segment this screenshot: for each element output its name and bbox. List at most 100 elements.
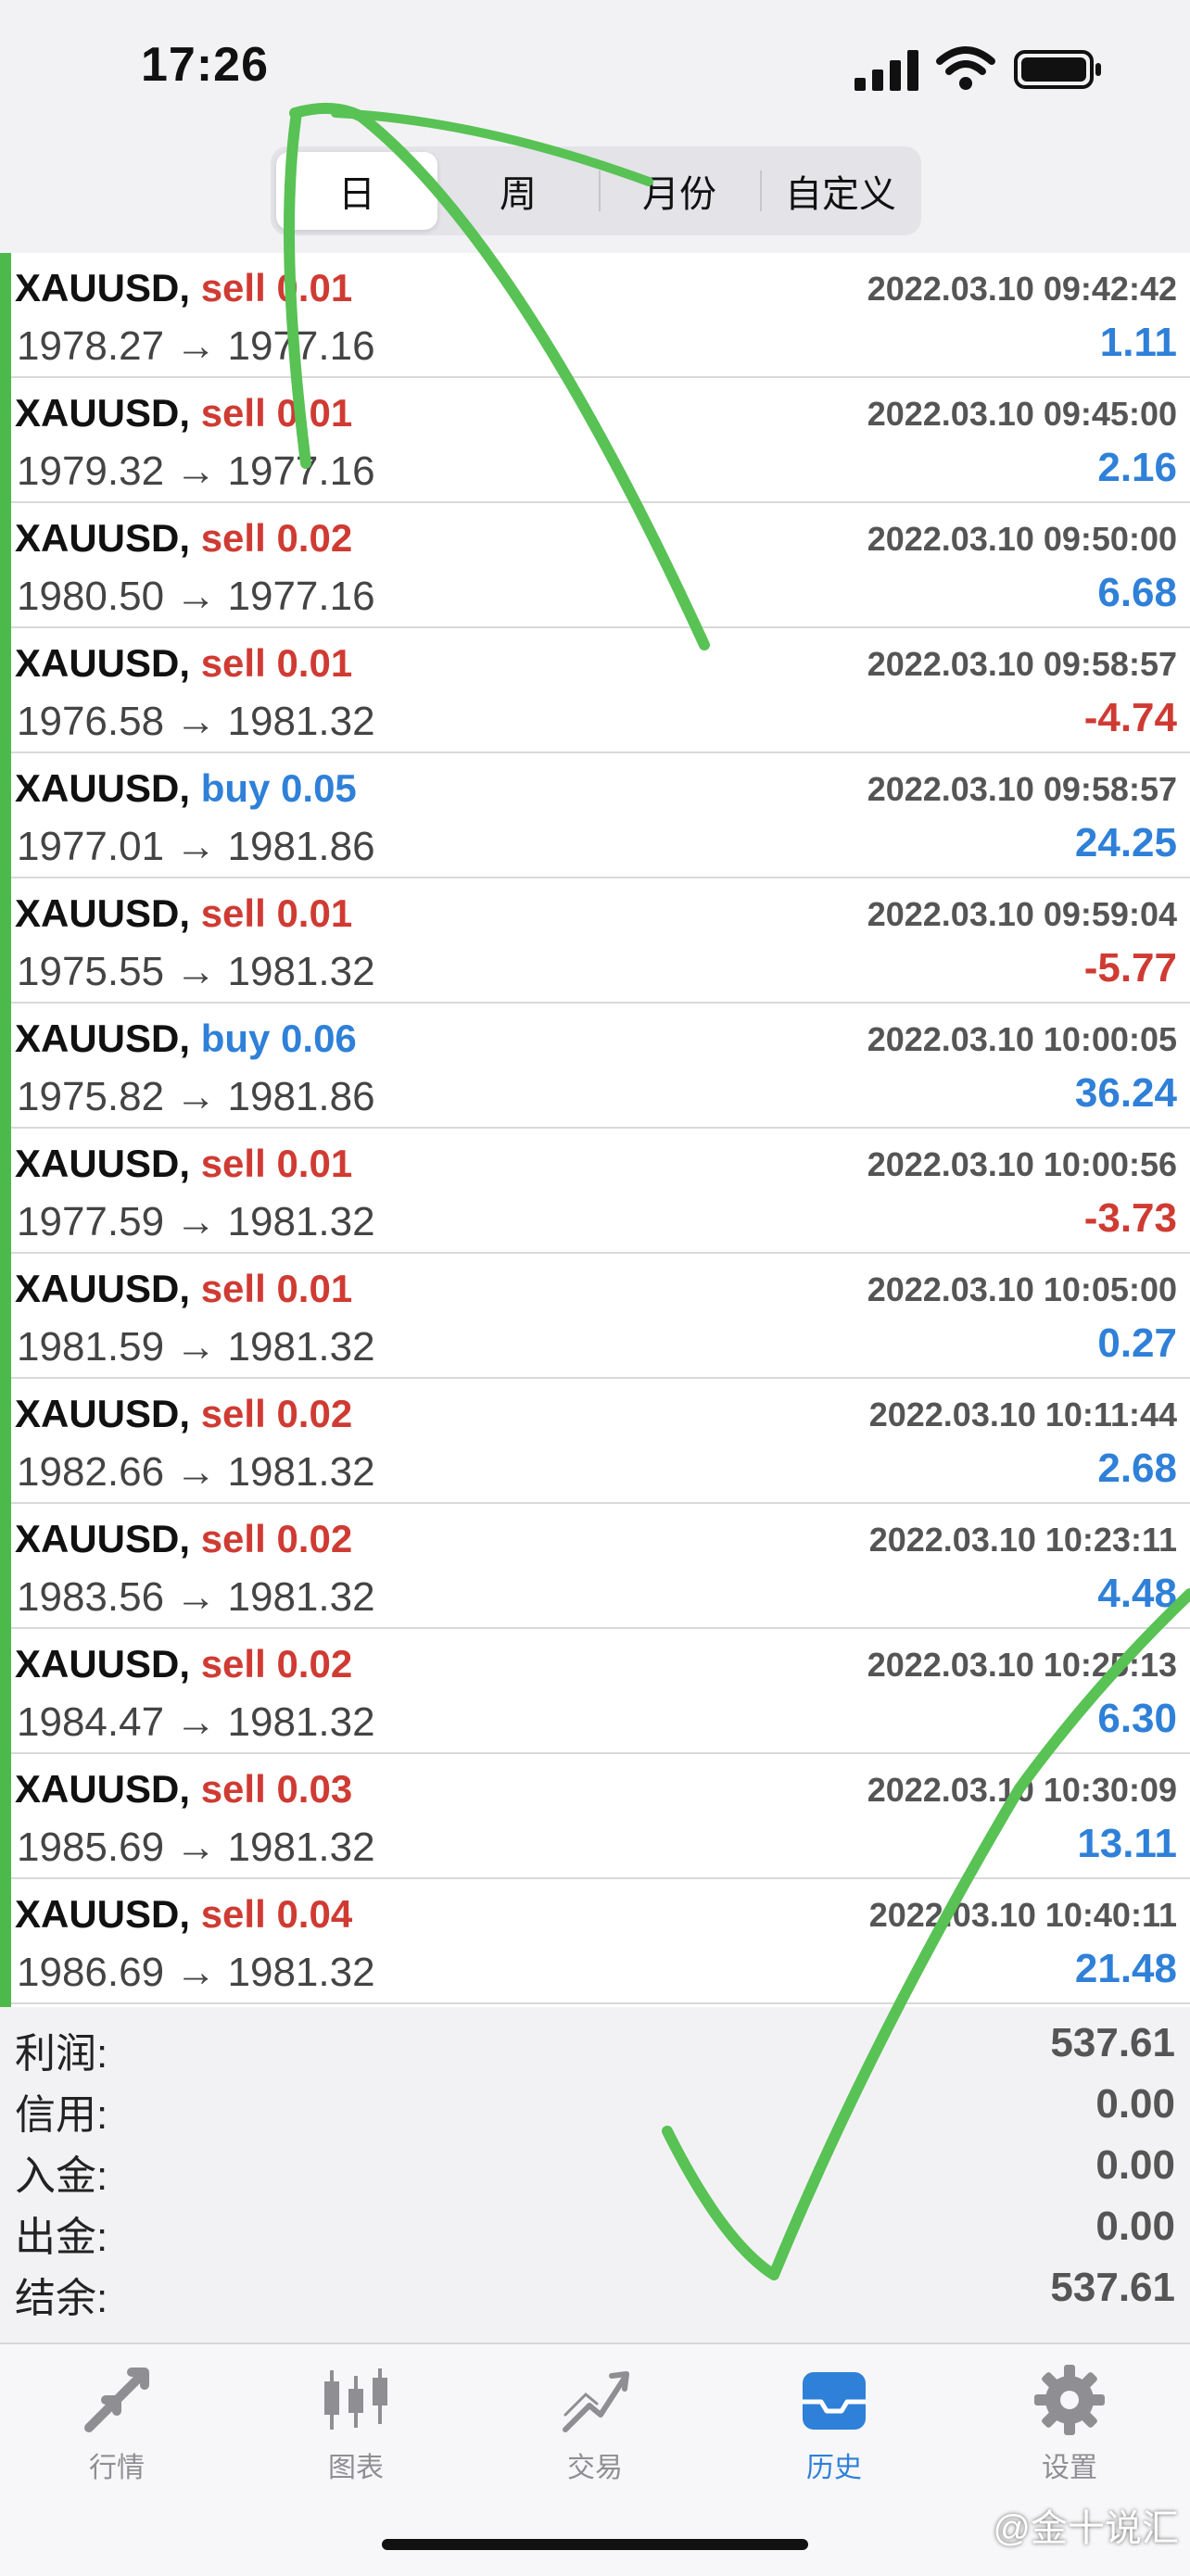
- trade-prices: 1976.58 → 1981.32: [17, 699, 375, 744]
- trade-volume: 0.04: [276, 1892, 353, 1936]
- trade-profit: 1.11: [1099, 320, 1177, 365]
- trade-row[interactable]: XAUUSD, sell 0.01 1975.55 → 1981.32 2022.0…: [11, 878, 1190, 1004]
- trade-profit: 2.16: [1097, 445, 1177, 490]
- trade-prices: 1975.55 → 1981.32: [17, 949, 375, 994]
- tab-custom[interactable]: 自定义: [760, 152, 921, 230]
- battery-icon: [1014, 50, 1101, 89]
- account-summary: 利润: 537.61 信用: 0.00 入金: 0.00 出金: 0.00 结余: 537.61: [0, 2007, 1190, 2342]
- trade-side: sell 0.01: [201, 1142, 352, 1185]
- trade-row[interactable]: XAUUSD, sell 0.01 1977.59 → 1981.32 2022.0…: [11, 1129, 1190, 1254]
- trade-volume: 0.02: [276, 516, 353, 560]
- summary-value: 537.61: [1050, 2265, 1175, 2310]
- trade-side-type: sell: [200, 1892, 266, 1936]
- wifi-icon: [936, 46, 995, 90]
- trade-side-type: sell: [200, 1767, 266, 1811]
- trade-row[interactable]: XAUUSD, buy 0.05 1977.01 → 1981.86 2022.03…: [11, 753, 1190, 878]
- summary-value: 537.61: [1050, 2020, 1175, 2065]
- candlestick-chart-icon: [324, 2368, 387, 2430]
- trade-row[interactable]: XAUUSD, sell 0.01 1979.32 → 1977.16 2022.0…: [11, 378, 1190, 503]
- trade-time: 2022.03.10 10:40:11: [868, 1896, 1177, 1934]
- trade-symbol: XAUUSD, buy 0.06: [15, 1017, 357, 1061]
- trade-symbol: XAUUSD, buy 0.05: [15, 766, 357, 811]
- tab-trade-label: 交易: [567, 2453, 623, 2483]
- trade-time: 2022.03.10 10:30:09: [867, 1771, 1177, 1809]
- tab-chart-label: 图表: [328, 2453, 384, 2483]
- trade-side-type: sell: [200, 391, 266, 435]
- tab-trade[interactable]: 交易: [512, 2363, 678, 2493]
- summary-value: 0.00: [1095, 2203, 1175, 2249]
- trade-profit: 6.68: [1097, 570, 1177, 615]
- trade-profit: 4.48: [1097, 1571, 1177, 1616]
- trade-volume: 0.02: [276, 1392, 353, 1435]
- trade-row[interactable]: XAUUSD, buy 0.06 1975.82 → 1981.86 2022.03…: [11, 1004, 1190, 1129]
- summary-value: 0.00: [1095, 2142, 1175, 2188]
- summary-row: 入金: 0.00: [0, 2129, 1190, 2199]
- trade-row[interactable]: XAUUSD, sell 0.02 1982.66 → 1981.32 2022.0…: [11, 1379, 1190, 1504]
- status-time: 17:26: [141, 38, 269, 92]
- trade-row[interactable]: XAUUSD, sell 0.02 1984.47 → 1981.32 2022.0…: [11, 1629, 1190, 1754]
- status-bar: 17:26: [0, 0, 1190, 139]
- trade-row[interactable]: XAUUSD, sell 0.01 1978.27 → 1977.16 2022.0…: [11, 253, 1190, 378]
- trade-prices: 1981.59 → 1981.32: [17, 1324, 375, 1370]
- gear-icon: [1034, 2365, 1105, 2435]
- trade-symbol: XAUUSD, sell 0.01: [15, 1142, 352, 1186]
- trade-prices: 1979.32 → 1977.16: [17, 448, 375, 494]
- trade-symbol-name: XAUUSD,: [15, 516, 191, 560]
- trade-symbol-name: XAUUSD,: [15, 1142, 191, 1185]
- trade-symbol-name: XAUUSD,: [15, 1392, 191, 1435]
- tab-month[interactable]: 月份: [599, 152, 760, 230]
- trade-row[interactable]: XAUUSD, sell 0.02 1980.50 → 1977.16 2022.0…: [11, 503, 1190, 628]
- trade-time: 2022.03.10 10:23:11: [868, 1521, 1177, 1559]
- trade-symbol-name: XAUUSD,: [15, 1017, 191, 1060]
- trade-profit: 36.24: [1074, 1070, 1177, 1116]
- trade-profit: -3.73: [1083, 1195, 1177, 1241]
- home-indicator: [382, 2539, 808, 2550]
- tab-week[interactable]: 周: [437, 152, 599, 230]
- summary-label: 结余:: [15, 2276, 108, 2321]
- trade-row[interactable]: XAUUSD, sell 0.04 1986.69 → 1981.32 2022.0…: [11, 1879, 1190, 2004]
- trade-time: 2022.03.10 09:42:42: [867, 270, 1177, 308]
- trade-side: sell 0.04: [201, 1892, 352, 1936]
- trade-symbol: XAUUSD, sell 0.01: [15, 891, 352, 936]
- trade-side: sell 0.01: [201, 641, 352, 685]
- trade-volume: 0.03: [276, 1767, 353, 1811]
- trade-side: buy 0.06: [201, 1017, 357, 1060]
- trade-symbol: XAUUSD, sell 0.02: [15, 1642, 352, 1686]
- trade-side-type: sell: [200, 1392, 266, 1435]
- trade-row[interactable]: XAUUSD, sell 0.01 1981.59 → 1981.32 2022.0…: [11, 1254, 1190, 1379]
- trade-time: 2022.03.10 09:50:00: [867, 520, 1177, 558]
- trade-symbol-name: XAUUSD,: [15, 1892, 191, 1936]
- trade-time: 2022.03.10 10:25:13: [867, 1646, 1177, 1684]
- trade-row[interactable]: XAUUSD, sell 0.03 1985.69 → 1981.32 2022.0…: [11, 1754, 1190, 1879]
- trade-side-type: sell: [200, 266, 266, 309]
- summary-row: 结余: 537.61: [0, 2252, 1190, 2321]
- trade-prices: 1986.69 → 1981.32: [17, 1950, 375, 1995]
- trade-side-type: buy: [200, 766, 271, 810]
- tab-day[interactable]: 日: [276, 152, 437, 230]
- trade-volume: 0.01: [276, 641, 353, 685]
- trade-volume: 0.02: [276, 1642, 353, 1686]
- trade-symbol-name: XAUUSD,: [15, 391, 191, 435]
- trade-profit: 2.68: [1097, 1446, 1177, 1491]
- trade-side-type: sell: [200, 1142, 266, 1185]
- trade-prices: 1977.01 → 1981.86: [17, 824, 375, 869]
- trade-symbol: XAUUSD, sell 0.01: [15, 391, 352, 436]
- trade-symbol: XAUUSD, sell 0.02: [15, 1392, 352, 1436]
- trade-side: sell 0.02: [201, 1517, 352, 1560]
- tab-history[interactable]: 历史: [751, 2363, 918, 2493]
- tab-quotes[interactable]: 行情: [33, 2363, 200, 2493]
- trade-symbol: XAUUSD, sell 0.03: [15, 1767, 352, 1812]
- summary-row: 出金: 0.00: [0, 2191, 1190, 2260]
- tab-chart[interactable]: 图表: [272, 2363, 439, 2493]
- trade-side-type: buy: [200, 1017, 271, 1060]
- trade-row[interactable]: XAUUSD, sell 0.02 1983.56 → 1981.32 2022.0…: [11, 1504, 1190, 1629]
- trade-time: 2022.03.10 10:00:56: [867, 1145, 1177, 1183]
- trade-profit: 0.27: [1097, 1320, 1177, 1366]
- trade-row[interactable]: XAUUSD, sell 0.01 1976.58 → 1981.32 2022.0…: [11, 628, 1190, 753]
- trade-symbol-name: XAUUSD,: [15, 266, 191, 309]
- cellular-signal-icon: [855, 50, 918, 91]
- tab-settings[interactable]: 设置: [986, 2363, 1153, 2493]
- tab-settings-label: 设置: [1042, 2453, 1097, 2483]
- trade-side: sell 0.01: [201, 1267, 352, 1310]
- summary-row: 利润: 537.61: [0, 2007, 1190, 2077]
